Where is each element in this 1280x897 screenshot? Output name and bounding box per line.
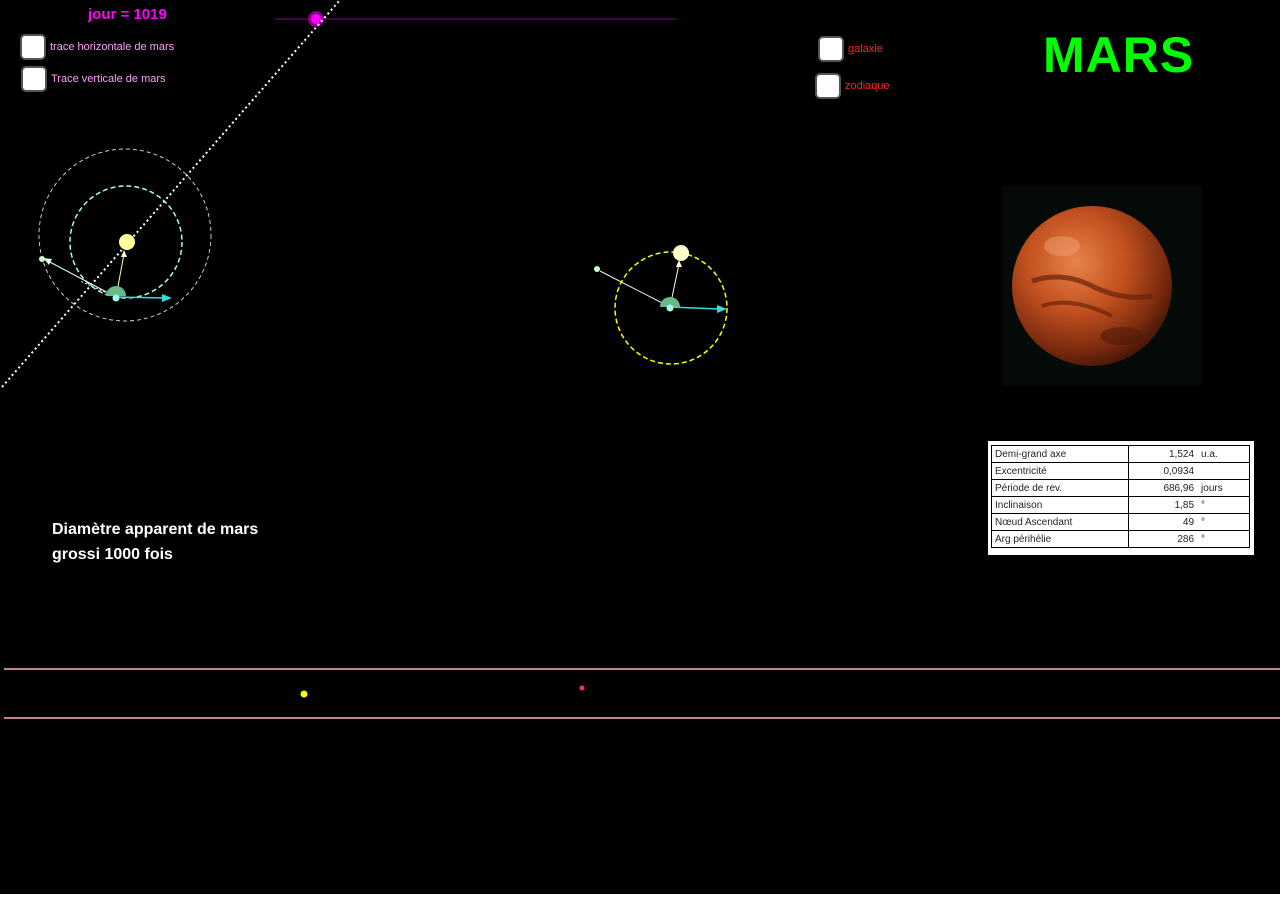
day-label: jour = 1019 [88,6,167,23]
param-value: 1,85 [1128,496,1199,514]
galaxie-checkbox[interactable] [818,36,844,62]
param-unit: jours [1198,479,1251,497]
sun-icon [119,234,135,250]
planet-title: MARS [1043,27,1195,83]
mars-dot-right [594,266,600,272]
table-row: Excentricité 0,0934 [991,462,1251,480]
table-row: Arg périhélie 286 ° [991,530,1251,548]
zodiaque-checkbox[interactable] [815,73,841,99]
apparent-caption-line2: grossi 1000 fois [52,546,173,563]
trace-vertical-label: Trace verticale de mars [51,73,166,85]
table-row: Nœud Ascendant 49 ° [991,513,1251,531]
apparent-caption-line1: Diamètre apparent de mars [52,521,259,538]
earth-dot [112,294,120,302]
earth-dot-right [666,304,674,312]
param-value: 686,96 [1128,479,1199,497]
param-label: Période de rev. [991,479,1129,497]
trace-horizontal-label: trace horizontale de mars [50,41,175,53]
sun-icon-right [673,245,689,261]
param-unit [1198,462,1251,480]
param-label: Arg périhélie [991,530,1129,548]
arrowhead-icon [162,294,172,302]
apparent-diameter-caption: Diamètre apparent de mars grossi 1000 fo… [52,517,258,567]
velocity-vector [115,296,166,299]
line-of-sight [1,0,341,388]
arrowhead-icon [717,305,727,313]
mars-image [1002,186,1202,386]
param-unit: ° [1198,530,1251,548]
earth-mars-vector [45,259,117,298]
table-row: Période de rev. 686,96 jours [991,479,1251,497]
sun-position-dot [300,690,308,698]
mars-position-dot [579,685,585,691]
param-value: 49 [1128,513,1199,531]
zodiaque-label: zodiaque [845,80,890,92]
param-label: Demi-grand axe [991,445,1129,463]
param-label: Inclinaison [991,496,1129,514]
trace-horizontal-checkbox[interactable] [20,34,46,60]
orbital-parameters-table: Demi-grand axe 1,524 u.a. Excentricité 0… [988,441,1254,555]
earth-mars-vector-right [599,270,671,308]
table-row: Inclinaison 1,85 ° [991,496,1251,514]
trace-vertical-checkbox[interactable] [21,66,47,92]
param-value: 1,524 [1128,445,1199,463]
mars-dot [39,256,45,262]
param-label: Excentricité [991,462,1129,480]
param-value: 286 [1128,530,1199,548]
param-unit: ° [1198,513,1251,531]
table-row: Demi-grand axe 1,524 u.a. [991,445,1251,463]
param-value: 0,0934 [1128,462,1199,480]
day-slider-handle[interactable] [311,14,321,24]
param-unit: ° [1198,496,1251,514]
galaxie-label: galaxie [848,43,883,55]
param-unit: u.a. [1198,445,1251,463]
param-label: Nœud Ascendant [991,513,1129,531]
velocity-vector-right [669,306,720,310]
arrowhead-icon [676,260,682,267]
